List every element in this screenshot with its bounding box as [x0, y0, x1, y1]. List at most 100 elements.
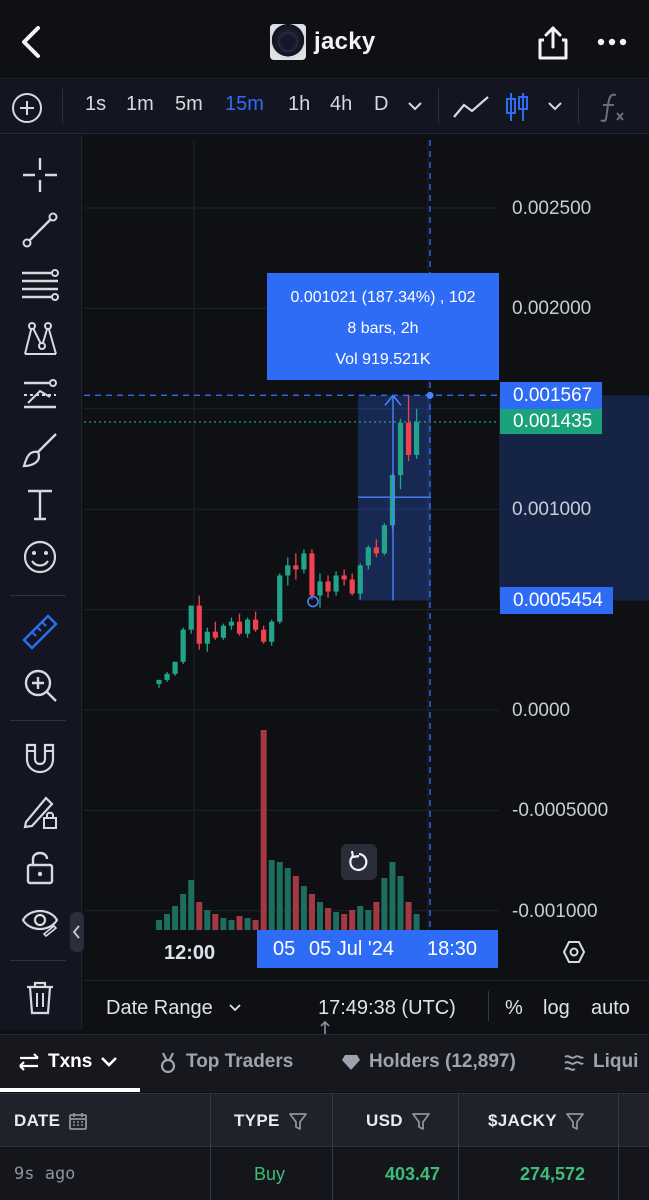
pattern-icon[interactable]: [20, 320, 60, 360]
column-header-token[interactable]: $JACKY: [488, 1111, 585, 1131]
column-header-usd[interactable]: USD: [366, 1111, 431, 1131]
volume-bar: [357, 906, 364, 930]
volume-bar: [196, 902, 203, 930]
token-title-group: jacky: [270, 24, 376, 60]
auto-toggle[interactable]: auto: [591, 997, 630, 1020]
tab-label: Liqui: [593, 1051, 639, 1072]
volume-bar: [180, 894, 187, 930]
candle-body: [212, 631, 218, 638]
tools-divider: [10, 960, 66, 961]
range-start-label: 05: [273, 938, 296, 960]
timeframe-1h[interactable]: 1h: [288, 93, 310, 116]
tab-holders[interactable]: Holders (12,897): [341, 1051, 516, 1073]
transactions-table-header: DATE TYPE USD $JACKY: [0, 1093, 649, 1148]
chart-footer: Date Range 17:49:38 (UTC) % log auto: [84, 980, 649, 1032]
crosshair-date-label: 05 Jul '24: [309, 938, 394, 960]
chevron-left-icon[interactable]: [14, 22, 48, 62]
reset-icon: [349, 850, 368, 872]
volume-bar: [156, 920, 162, 930]
candlestick-chart-icon[interactable]: [504, 91, 530, 123]
magnet-icon[interactable]: [20, 737, 60, 777]
crosshair-price-badge: 0.001567: [500, 382, 603, 409]
share-icon[interactable]: [537, 25, 569, 61]
candle-body: [188, 605, 194, 630]
timeframe-4h[interactable]: 4h: [330, 93, 352, 116]
candle-body: [397, 422, 404, 476]
timeframe-1m[interactable]: 1m: [126, 93, 154, 116]
projection-icon[interactable]: [20, 375, 60, 415]
toolbar-divider: [62, 89, 63, 123]
tab-label: Top Traders: [186, 1051, 294, 1072]
toolbar-divider: [578, 89, 579, 123]
volume-bar: [260, 730, 267, 930]
timeframe-d[interactable]: D: [374, 93, 388, 116]
candle-body: [357, 565, 363, 594]
tools-divider: [10, 720, 66, 721]
date-range-button[interactable]: Date Range: [106, 997, 213, 1020]
tab-txns[interactable]: Txns: [18, 1051, 118, 1073]
tab-liquidity[interactable]: Liqui: [563, 1051, 638, 1073]
column-header-date[interactable]: DATE: [14, 1111, 88, 1131]
line-chart-icon[interactable]: [452, 93, 490, 121]
measure-tooltip: 0.001021 (187.34%) , 102 8 bars, 2h Vol …: [267, 273, 499, 380]
filter-icon[interactable]: [411, 1111, 431, 1131]
trash-icon[interactable]: [20, 977, 60, 1017]
candle-body: [164, 673, 170, 680]
add-indicator-icon[interactable]: [10, 91, 44, 125]
timeframe-15m[interactable]: 15m: [225, 93, 264, 116]
crosshair-point: [426, 391, 434, 399]
swap-icon: [19, 1053, 39, 1071]
volume-bar: [365, 910, 372, 930]
column-divider: [458, 1094, 459, 1148]
text-icon[interactable]: [20, 485, 60, 525]
function-icon[interactable]: [598, 91, 626, 123]
active-tab-indicator: [0, 1088, 140, 1092]
candle-body: [228, 621, 235, 626]
chevron-down-icon[interactable]: [546, 99, 564, 113]
ruler-icon[interactable]: [20, 612, 60, 652]
more-horizontal-icon[interactable]: [596, 34, 628, 50]
crosshair-icon[interactable]: [20, 155, 60, 195]
collapse-tools-toggle[interactable]: [70, 912, 84, 952]
eye-icon[interactable]: [20, 900, 60, 940]
volume-bar: [413, 914, 420, 930]
volume-bar: [325, 908, 332, 930]
brush-icon[interactable]: [20, 430, 60, 470]
reset-chart-button[interactable]: [341, 844, 377, 880]
price-chart[interactable]: 0.002500 0.002000 0.001000 0.0000 -0.000…: [84, 140, 649, 930]
candle-body: [309, 553, 315, 596]
chevron-down-icon[interactable]: [228, 1003, 242, 1013]
price-axis-label: -0.0005000: [512, 800, 609, 821]
table-row[interactable]: 9s ago Buy 403.47 274,572: [0, 1148, 649, 1200]
log-toggle[interactable]: log: [543, 997, 570, 1020]
candle-body: [333, 575, 339, 592]
unlock-icon[interactable]: [20, 847, 60, 887]
chevron-left-icon: [72, 925, 80, 939]
time-axis-label: 12:00: [164, 942, 216, 964]
column-header-type[interactable]: TYPE: [234, 1111, 308, 1131]
filter-icon[interactable]: [288, 1111, 308, 1131]
filter-icon[interactable]: [565, 1111, 585, 1131]
trend-line-icon[interactable]: [20, 210, 60, 250]
tab-top-traders[interactable]: Top Traders: [158, 1051, 293, 1073]
timeframe-1s[interactable]: 1s: [85, 93, 106, 116]
txn-type: Buy: [254, 1164, 286, 1184]
volume-bar: [220, 918, 227, 930]
zoom-in-icon[interactable]: [20, 665, 60, 705]
calendar-icon[interactable]: [68, 1111, 88, 1131]
volume-bar: [349, 910, 356, 930]
lock-drawing-icon[interactable]: [20, 792, 60, 832]
candle-body: [405, 422, 412, 455]
column-divider: [618, 1148, 619, 1200]
column-divider: [618, 1094, 619, 1148]
timeframe-5m[interactable]: 5m: [175, 93, 203, 116]
fib-lines-icon[interactable]: [20, 265, 60, 305]
app-header: jacky: [0, 0, 649, 78]
candle-body: [277, 575, 283, 622]
percent-toggle[interactable]: %: [505, 997, 523, 1020]
chevron-down-icon[interactable]: [406, 99, 424, 113]
hex-gear-icon[interactable]: [562, 940, 586, 964]
emoji-icon[interactable]: [20, 537, 60, 577]
candle-body: [301, 553, 307, 570]
candle-body: [253, 619, 259, 630]
